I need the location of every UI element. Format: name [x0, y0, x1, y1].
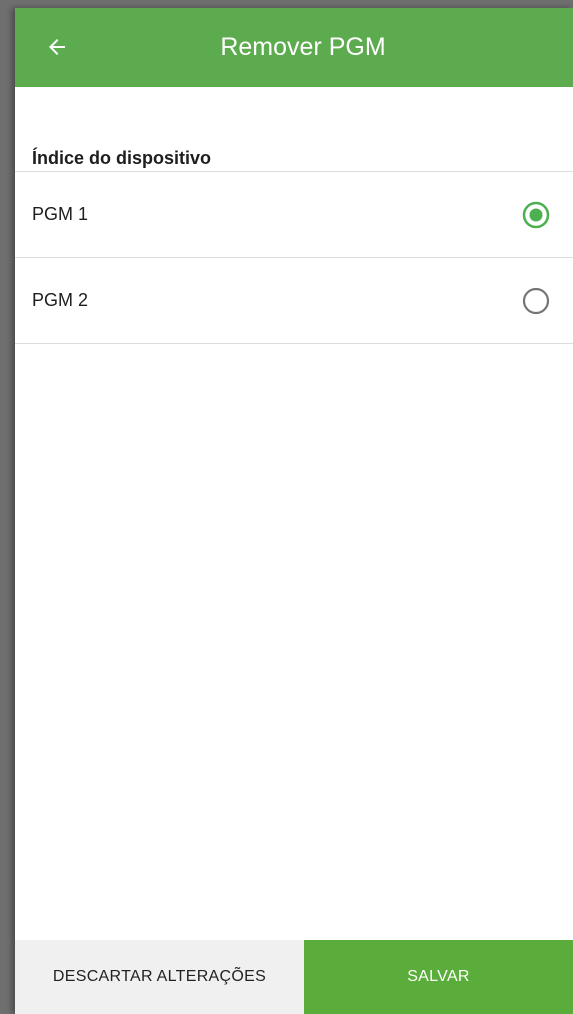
discard-changes-button[interactable]: DESCARTAR ALTERAÇÕES [15, 940, 304, 1014]
section-title: Índice do dispositivo [32, 148, 212, 168]
save-button[interactable]: SALVAR [304, 940, 573, 1014]
page-title: Remover PGM [220, 33, 386, 61]
options-list: PGM 1 PGM 2 [15, 171, 573, 344]
option-label: PGM 1 [32, 204, 89, 224]
option-pgm-1[interactable]: PGM 1 [15, 172, 573, 258]
app-bar: Remover PGM [15, 8, 573, 87]
option-label: PGM 2 [32, 290, 89, 310]
bottom-action-bar: DESCARTAR ALTERAÇÕES SALVAR [15, 940, 573, 1014]
radio-unselected-icon[interactable] [521, 286, 551, 316]
option-pgm-2[interactable]: PGM 2 [15, 258, 573, 344]
app-screen: Remover PGM Índice do dispositivo PGM 1 … [15, 8, 573, 1014]
radio-selected-icon[interactable] [521, 200, 551, 230]
